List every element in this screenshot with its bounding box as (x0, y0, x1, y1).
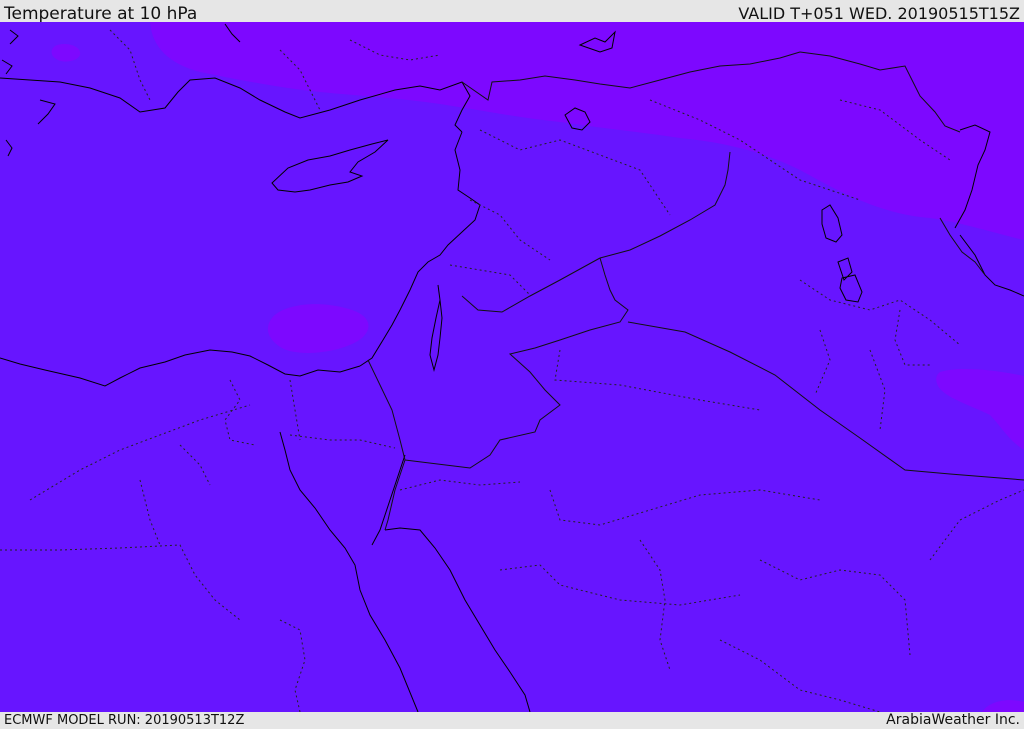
top-bar: Temperature at 10 hPa VALID T+051 WED. 2… (0, 0, 1024, 24)
credit-label: ArabiaWeather Inc. (886, 712, 1020, 728)
valid-time: VALID T+051 WED. 20190515T15Z (738, 4, 1020, 23)
model-run-label: ECMWF MODEL RUN: 20190513T12Z (4, 713, 245, 728)
map-title: Temperature at 10 hPa (4, 4, 198, 24)
weather-map (0, 22, 1024, 712)
bottom-bar: ECMWF MODEL RUN: 20190513T12Z ArabiaWeat… (0, 712, 1024, 729)
